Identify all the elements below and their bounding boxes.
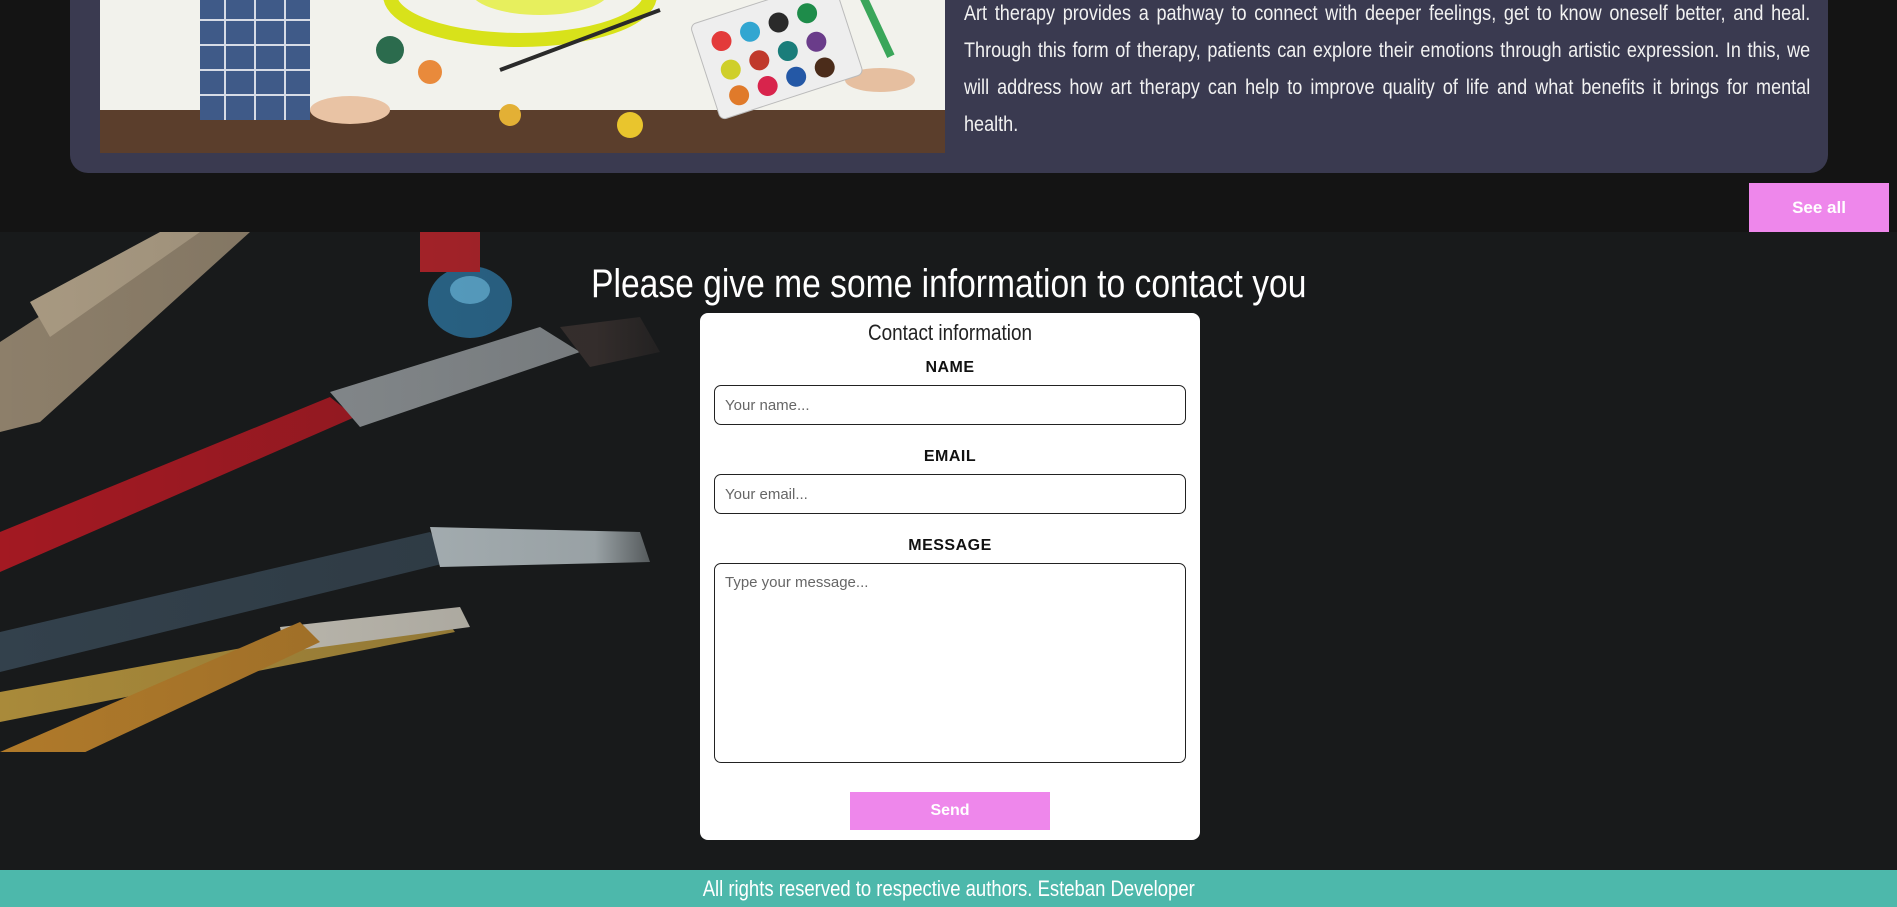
contact-section: Please give me some information to conta… [0,232,1897,870]
name-input[interactable] [714,385,1186,425]
form-title: Contact information [867,320,1033,345]
page: Art therapy provides a pathway to connec… [0,0,1897,907]
name-label: NAME [925,359,975,376]
article-description: Art therapy provides a pathway to connec… [964,2,1811,136]
article-image [100,0,945,153]
contact-heading: Please give me some information to conta… [591,262,1307,306]
send-button[interactable]: Send [850,792,1050,830]
see-all-button[interactable]: See all [1749,183,1889,232]
message-textarea[interactable] [714,563,1186,763]
message-label: MESSAGE [908,537,992,554]
article-card: Art therapy provides a pathway to connec… [70,0,1828,173]
email-input[interactable] [714,474,1186,514]
paintbrushes-background [0,232,700,752]
contact-form: Contact information NAME EMAIL MESSAGE S… [700,313,1200,840]
footer: All rights reserved to respective author… [0,870,1897,907]
footer-text: All rights reserved to respective author… [702,876,1195,901]
email-label: EMAIL [923,448,977,465]
